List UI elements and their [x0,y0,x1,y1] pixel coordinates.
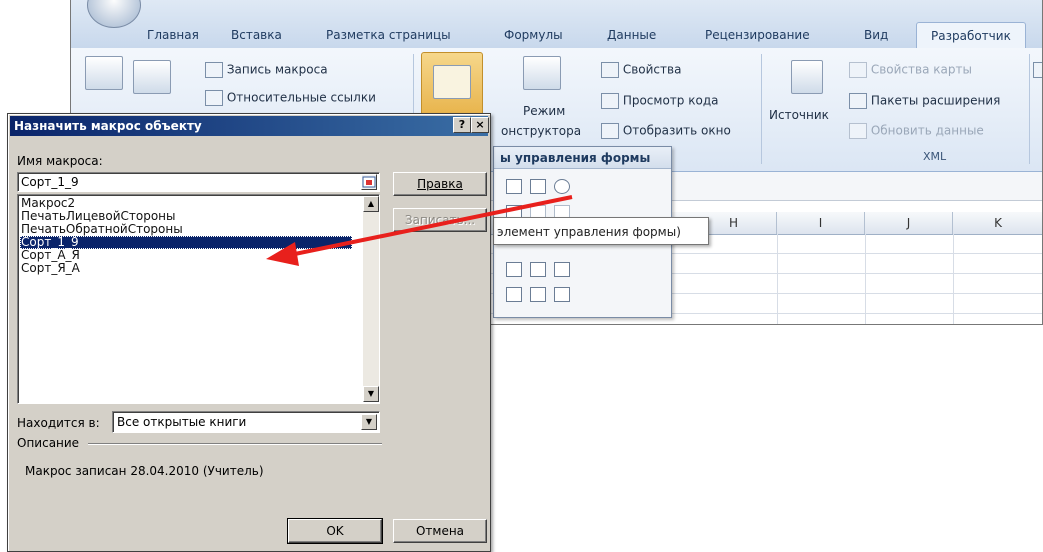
red-arrow-line [289,195,573,257]
red-arrow-head [266,242,299,266]
annotation-arrow-layer [266,195,573,266]
